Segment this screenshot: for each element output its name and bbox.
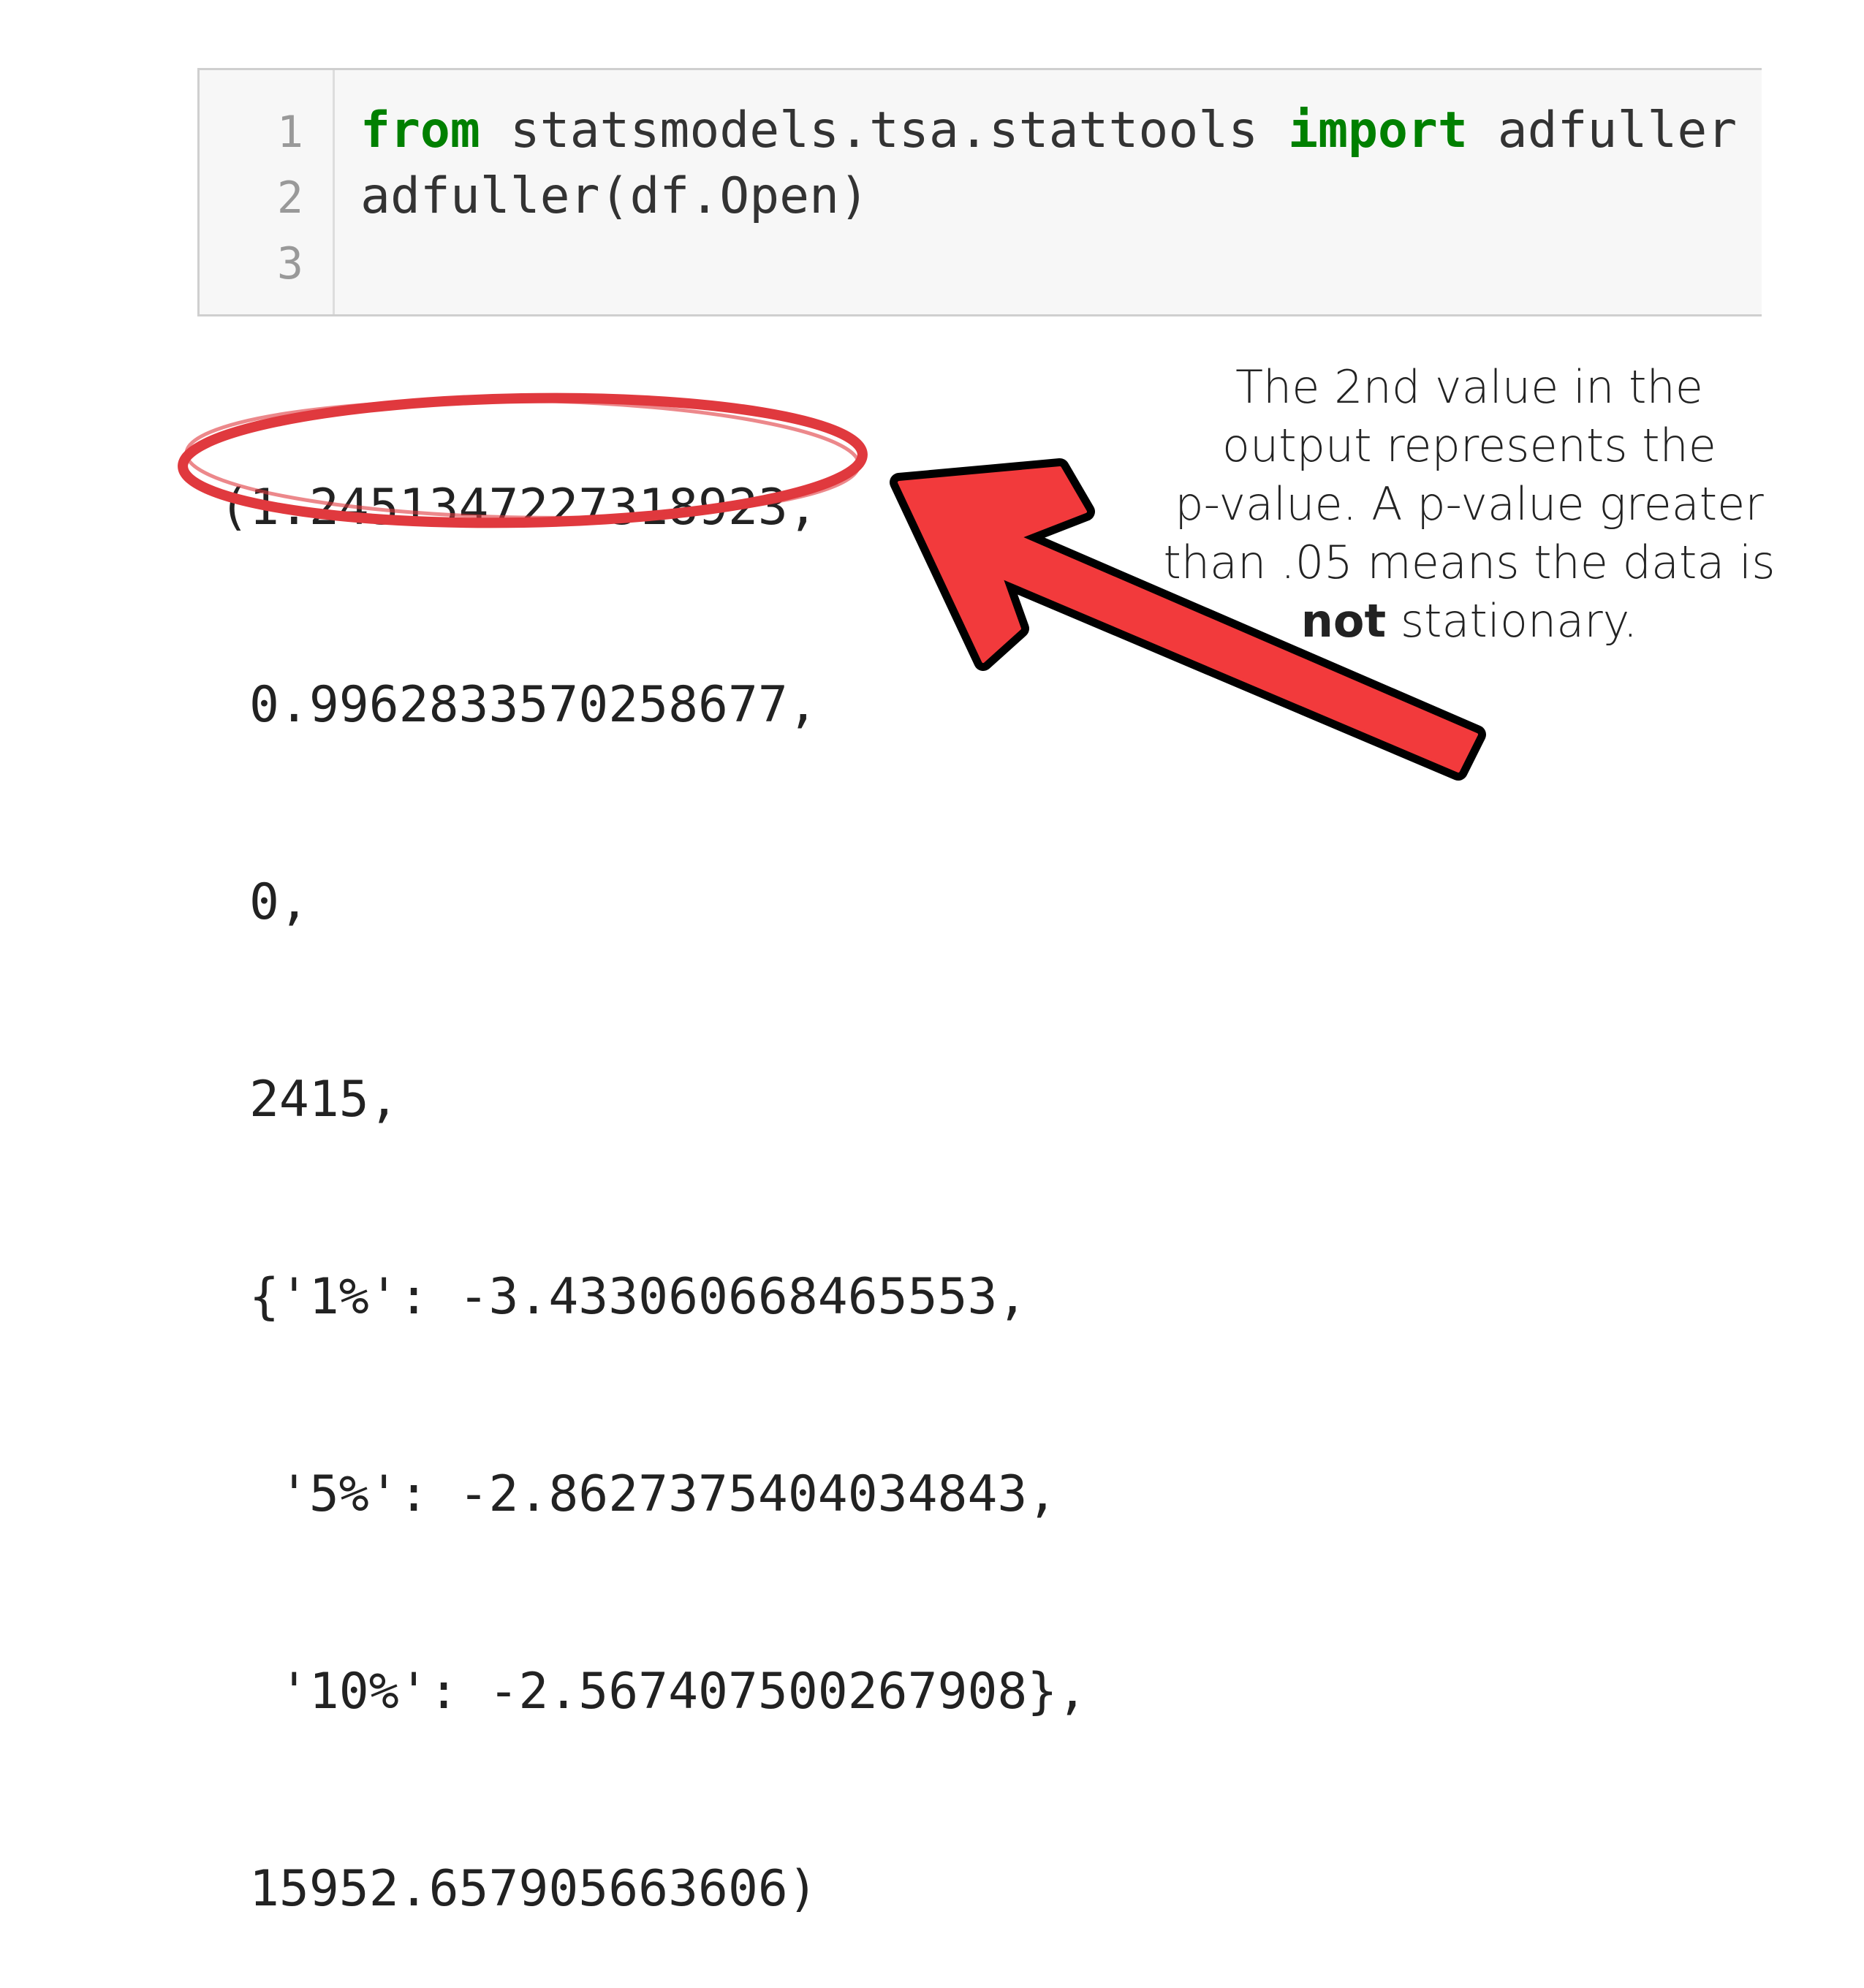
module-path: statsmodels.tsa.stattools (480, 102, 1289, 159)
output-line: 0, (219, 873, 309, 931)
imported-name: adfuller (1467, 102, 1738, 159)
output-line: (1.2451347227318923, (219, 479, 818, 536)
line-number: 2 (276, 172, 303, 224)
note-line: p-value. A p-value greater (1175, 477, 1764, 531)
line-number: 1 (276, 107, 303, 158)
code-line-1: from statsmodels.tsa.stattools import ad… (360, 102, 1737, 159)
code-cell[interactable]: 1 2 3 from statsmodels.tsa.stattools imp… (197, 68, 1762, 316)
note-emphasis: not (1300, 594, 1387, 648)
cell-output: (1.2451347227318923, 0.9962833570258677,… (219, 344, 1087, 1988)
output-line: '10%': -2.567407500267908}, (219, 1663, 1088, 1720)
code-line-2: adfuller(df.Open) (360, 167, 869, 225)
note-line-rest: stationary. (1386, 594, 1638, 648)
keyword-from: from (360, 102, 480, 159)
note-line: not stationary. (1162, 592, 1776, 650)
output-line: 2415, (219, 1071, 399, 1128)
output-line: '5%': -2.8627375404034843, (219, 1465, 1058, 1523)
note-line: output represents the (1222, 419, 1716, 472)
keyword-import: import (1288, 102, 1468, 159)
annotation-note: The 2nd value in the output represents t… (1162, 358, 1776, 650)
code-editor[interactable]: from statsmodels.tsa.stattools import ad… (360, 98, 1737, 229)
note-line: than .05 means the data is (1163, 536, 1776, 589)
output-line: {'1%': -3.433060668465553, (219, 1268, 1028, 1326)
output-line-pvalue: 0.9962833570258677, (219, 676, 818, 734)
line-number-gutter: 1 2 3 (200, 70, 335, 314)
note-line: The 2nd value in the (1235, 360, 1703, 414)
output-line: 15952.657905663606) (219, 1860, 818, 1918)
line-number: 3 (276, 238, 303, 289)
